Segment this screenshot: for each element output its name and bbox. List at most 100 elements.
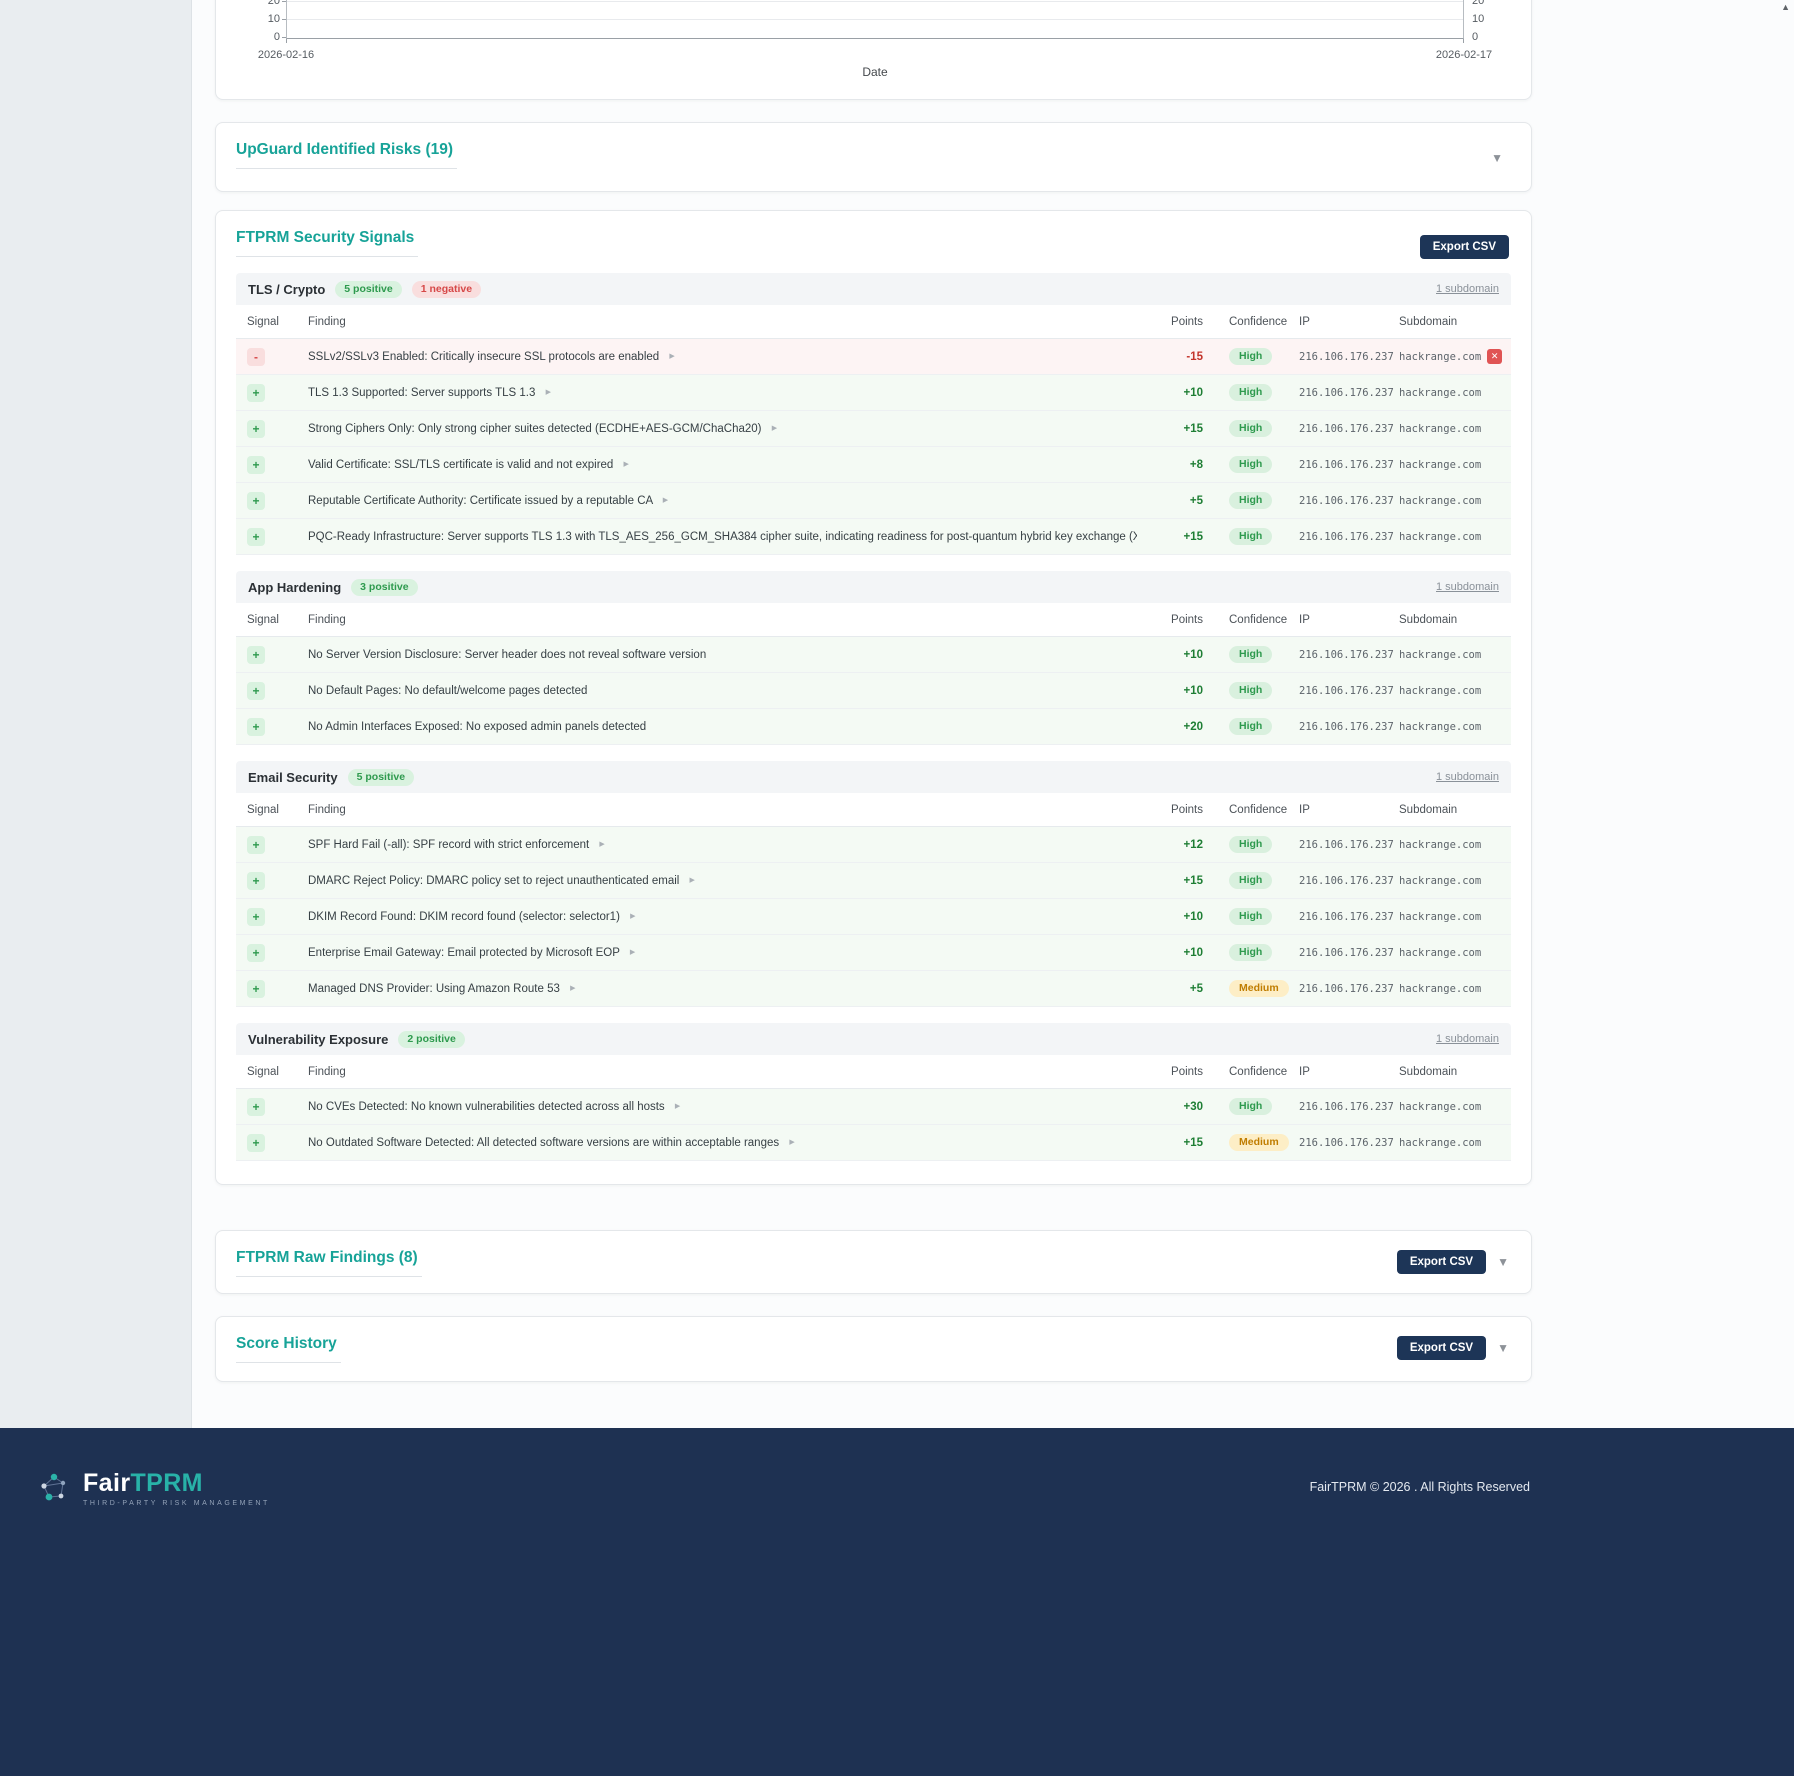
- risk-flag-icon[interactable]: ✕: [1487, 349, 1502, 364]
- scrollbar-up-arrow[interactable]: ▲: [1781, 2, 1790, 12]
- signal-row[interactable]: +PQC-Ready Infrastructure: Server suppor…: [236, 519, 1511, 555]
- confidence-badge: High: [1229, 682, 1272, 699]
- confidence-cell: High: [1203, 456, 1299, 473]
- expand-arrow-icon[interactable]: ▶: [663, 497, 668, 504]
- column-header-ip: IP: [1299, 316, 1399, 328]
- signal-row[interactable]: +No CVEs Detected: No known vulnerabilit…: [236, 1089, 1511, 1125]
- ip-address: 216.106.176.237: [1299, 423, 1399, 435]
- positive-signal-icon: +: [247, 980, 265, 998]
- signal-cell: +: [236, 492, 298, 510]
- signal-row[interactable]: +DKIM Record Found: DKIM record found (s…: [236, 899, 1511, 935]
- expand-arrow-icon[interactable]: ▶: [669, 353, 674, 360]
- signal-group-header: Email Security5 positive1 subdomain: [236, 761, 1511, 793]
- collapse-chevron-icon[interactable]: ▼: [1497, 1255, 1509, 1269]
- signal-row[interactable]: +DMARC Reject Policy: DMARC policy set t…: [236, 863, 1511, 899]
- negative-signal-icon: -: [247, 348, 265, 366]
- copyright-text: FairTPRM © 2026 . All Rights Reserved: [1310, 1480, 1530, 1494]
- expand-arrow-icon[interactable]: ▶: [630, 913, 635, 920]
- subdomain-count-link[interactable]: 1 subdomain: [1436, 581, 1499, 593]
- signal-row[interactable]: +SPF Hard Fail (-all): SPF record with s…: [236, 827, 1511, 863]
- collapse-chevron-icon[interactable]: ▼: [1497, 1341, 1509, 1355]
- confidence-badge: High: [1229, 944, 1272, 961]
- signal-cell: +: [236, 944, 298, 962]
- positive-signal-icon: +: [247, 420, 265, 438]
- signal-row[interactable]: +Enterprise Email Gateway: Email protect…: [236, 935, 1511, 971]
- brand: FairTPRM THIRD-PARTY RISK MANAGEMENT: [34, 1468, 270, 1508]
- signal-group-title: App Hardening: [248, 580, 341, 595]
- subdomain-count-link[interactable]: 1 subdomain: [1436, 771, 1499, 783]
- confidence-badge: High: [1229, 420, 1272, 437]
- brand-fair: Fair: [83, 1469, 130, 1497]
- subdomain-name: hackrange.com: [1399, 649, 1511, 661]
- positive-signal-icon: +: [247, 528, 265, 546]
- expand-arrow-icon[interactable]: ▶: [690, 877, 695, 884]
- points-value: +5: [1137, 983, 1203, 995]
- signal-row[interactable]: +Reputable Certificate Authority: Certif…: [236, 483, 1511, 519]
- y-axis-tick-label: 20: [250, 0, 280, 6]
- export-csv-button[interactable]: Export CSV: [1397, 1336, 1486, 1360]
- confidence-cell: High: [1203, 682, 1299, 699]
- subdomain-count-link[interactable]: 1 subdomain: [1436, 283, 1499, 295]
- table-header-row: SignalFindingPointsConfidenceIPSubdomain: [236, 1055, 1511, 1089]
- signal-row[interactable]: +TLS 1.3 Supported: Server supports TLS …: [236, 375, 1511, 411]
- signal-row[interactable]: +No Outdated Software Detected: All dete…: [236, 1125, 1511, 1161]
- upguard-risks-card: UpGuard Identified Risks (19) ▼: [215, 122, 1532, 192]
- expand-arrow-icon[interactable]: ▶: [772, 425, 777, 432]
- brand-name: FairTPRM: [83, 1470, 270, 1496]
- signal-group: App Hardening3 positive1 subdomainSignal…: [236, 571, 1511, 745]
- y-axis-tick-label: 10: [250, 14, 280, 24]
- signal-row[interactable]: +No Default Pages: No default/welcome pa…: [236, 673, 1511, 709]
- export-csv-button[interactable]: Export CSV: [1420, 235, 1509, 259]
- x-axis-tick-label: 2026-02-16: [258, 49, 314, 61]
- signal-row[interactable]: +Valid Certificate: SSL/TLS certificate …: [236, 447, 1511, 483]
- signal-cell: +: [236, 1134, 298, 1152]
- points-value: +30: [1137, 1101, 1203, 1113]
- expand-arrow-icon[interactable]: ▶: [624, 461, 629, 468]
- signal-cell: +: [236, 420, 298, 438]
- positive-signal-icon: +: [247, 1098, 265, 1116]
- expand-arrow-icon[interactable]: ▶: [570, 985, 575, 992]
- confidence-cell: Medium: [1203, 1134, 1299, 1151]
- gridline: [287, 19, 1463, 20]
- signal-row[interactable]: +Strong Ciphers Only: Only strong cipher…: [236, 411, 1511, 447]
- expand-arrow-icon[interactable]: ▶: [789, 1139, 794, 1146]
- confidence-cell: High: [1203, 528, 1299, 545]
- confidence-badge: High: [1229, 528, 1272, 545]
- signal-row[interactable]: +No Admin Interfaces Exposed: No exposed…: [236, 709, 1511, 745]
- points-value: -15: [1137, 351, 1203, 363]
- security-signals-card: FTPRM Security Signals Export CSV TLS / …: [215, 210, 1532, 1185]
- subdomain-count-link[interactable]: 1 subdomain: [1436, 1033, 1499, 1045]
- finding-text: No Admin Interfaces Exposed: No exposed …: [298, 721, 1137, 733]
- confidence-badge: Medium: [1229, 1134, 1289, 1151]
- signal-cell: +: [236, 980, 298, 998]
- finding-text: Valid Certificate: SSL/TLS certificate i…: [298, 459, 1137, 471]
- signal-row[interactable]: +Managed DNS Provider: Using Amazon Rout…: [236, 971, 1511, 1007]
- score-history-title: Score History: [236, 1335, 341, 1363]
- confidence-badge: High: [1229, 908, 1272, 925]
- export-csv-button[interactable]: Export CSV: [1397, 1250, 1486, 1274]
- finding-text: TLS 1.3 Supported: Server supports TLS 1…: [298, 387, 1137, 399]
- confidence-cell: High: [1203, 908, 1299, 925]
- confidence-cell: High: [1203, 836, 1299, 853]
- ip-address: 216.106.176.237: [1299, 911, 1399, 923]
- column-header-finding: Finding: [298, 316, 1137, 328]
- finding-text: Enterprise Email Gateway: Email protecte…: [298, 947, 1137, 959]
- subdomain-name: hackrange.com: [1399, 459, 1511, 471]
- expand-arrow-icon[interactable]: ▶: [675, 1103, 680, 1110]
- confidence-cell: High: [1203, 646, 1299, 663]
- expand-arrow-icon[interactable]: ▶: [546, 389, 551, 396]
- confidence-badge: Medium: [1229, 980, 1289, 997]
- signal-cell: +: [236, 908, 298, 926]
- table-header-row: SignalFindingPointsConfidenceIPSubdomain: [236, 603, 1511, 637]
- ip-address: 216.106.176.237: [1299, 947, 1399, 959]
- signal-row[interactable]: -SSLv2/SSLv3 Enabled: Critically insecur…: [236, 339, 1511, 375]
- collapse-chevron-icon[interactable]: ▼: [1491, 151, 1503, 165]
- signal-row[interactable]: +No Server Version Disclosure: Server he…: [236, 637, 1511, 673]
- points-value: +10: [1137, 685, 1203, 697]
- column-header-confidence: Confidence: [1203, 316, 1299, 328]
- expand-arrow-icon[interactable]: ▶: [630, 949, 635, 956]
- column-header-subdomain: Subdomain: [1399, 316, 1511, 328]
- signal-cell: +: [236, 872, 298, 890]
- points-value: +10: [1137, 387, 1203, 399]
- expand-arrow-icon[interactable]: ▶: [599, 841, 604, 848]
